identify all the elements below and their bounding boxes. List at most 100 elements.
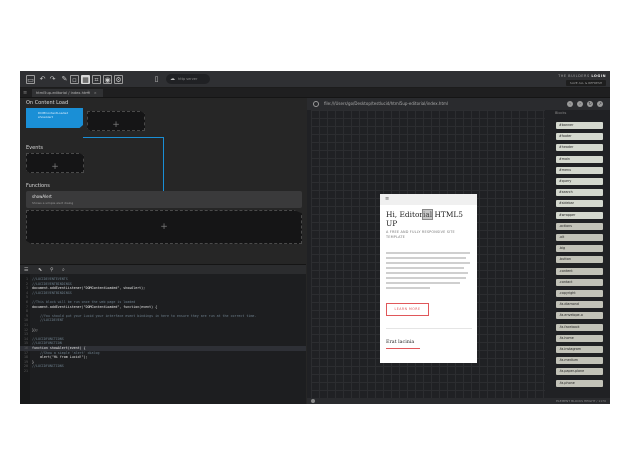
- function-name: showAlert: [32, 194, 52, 199]
- open-external-icon[interactable]: ↗: [597, 101, 603, 107]
- code-editor[interactable]: 1//LUCIDEVENTEVENTS 2//LUCIDEVENTBINDINGS…: [20, 274, 306, 404]
- blocks-list-title: Blocks: [555, 111, 567, 115]
- block-item[interactable]: #search: [556, 189, 603, 197]
- placeholder-text-line: [386, 277, 466, 279]
- placeholder-text-line: [386, 257, 466, 259]
- brand-label: THE BUILDERS LOGIN: [558, 74, 606, 78]
- url-text[interactable]: file:///Users/go/Desktop/testlucid/html5…: [324, 98, 448, 110]
- block-item[interactable]: .fa-diamond: [556, 301, 603, 309]
- functions-title: Functions: [26, 183, 50, 189]
- link-icon[interactable]: ⚲: [50, 266, 54, 274]
- block-item[interactable]: .fa-paper-plane: [556, 368, 603, 376]
- tab-menu-icon[interactable]: ≡: [23, 89, 27, 97]
- chat-icon[interactable]: [311, 399, 315, 403]
- plus-icon: +: [112, 120, 120, 130]
- block-item[interactable]: .fa-phone: [556, 379, 603, 387]
- eye-icon[interactable]: ◉: [103, 75, 112, 84]
- box-icon[interactable]: ▫: [70, 75, 79, 84]
- main-toolbar: ▭ ↶ ↷ ✎ ▫ ▦ ⌗ ◉ ⚙ ▯ ☁ http server THE BU…: [20, 71, 610, 88]
- block-item[interactable]: .fa-instagram: [556, 346, 603, 353]
- placeholder-text-line: [386, 272, 468, 274]
- device-icon[interactable]: ▯: [152, 75, 161, 84]
- function-block-show-alert[interactable]: showAlert Shows a simple alert dialog: [26, 191, 302, 208]
- server-search-field[interactable]: ☁ http server: [166, 74, 210, 84]
- block-item[interactable]: .fa-home: [556, 334, 603, 342]
- page-preview[interactable]: ≡ Hi, Editorial HTML5 UP A FREE AND FULL…: [380, 194, 477, 363]
- preview-title-start: Hi, Editor: [386, 210, 423, 219]
- refresh-icon[interactable]: ↻: [587, 101, 593, 107]
- login-link[interactable]: LOGIN: [591, 74, 606, 78]
- line-number: 21: [24, 369, 28, 373]
- tab-label: html5up-editorial / index.html: [36, 91, 90, 95]
- block-item[interactable]: #query: [556, 178, 603, 185]
- dom-content-loaded-block[interactable]: DOMContentLoaded showAlert: [26, 108, 83, 128]
- learn-more-button[interactable]: LEARN MORE: [386, 303, 429, 316]
- on-content-load-title: On Content Load: [26, 100, 69, 106]
- block-item[interactable]: .actions: [556, 222, 603, 230]
- preview-header: ≡: [380, 194, 477, 205]
- app-window: ▭ ↶ ↷ ✎ ▫ ▦ ⌗ ◉ ⚙ ▯ ☁ http server THE BU…: [20, 71, 610, 404]
- block-item[interactable]: .fa-medium: [556, 357, 603, 365]
- url-bar: file:///Users/go/Desktop/testlucid/html5…: [307, 98, 610, 110]
- blocks-pane: On Content Load DOMContentLoaded showAle…: [20, 98, 306, 264]
- events-title: Events: [26, 145, 43, 151]
- layout-icon[interactable]: ▭: [26, 75, 35, 84]
- cloud-icon: ☁: [170, 76, 175, 82]
- design-canvas[interactable]: ≡ Hi, Editorial HTML5 UP A FREE AND FULL…: [311, 110, 545, 398]
- add-function-block-button[interactable]: +: [26, 210, 302, 244]
- status-bar: ELEMENT BLOCKS HEIGHT / 1170: [307, 398, 610, 404]
- connector-line-vertical: [163, 137, 164, 199]
- preview-subtitle: A FREE AND FULLY RESPONSIVE SITE TEMPLAT…: [386, 230, 455, 239]
- code-icon[interactable]: ⌗: [92, 75, 101, 84]
- block-item[interactable]: .copyright: [556, 290, 603, 297]
- search-icon[interactable]: ⌕: [62, 266, 65, 274]
- heading-underline: [386, 348, 420, 349]
- pen-icon[interactable]: ✎: [60, 75, 69, 84]
- brand-text: THE BUILDERS: [558, 74, 590, 78]
- server-search-text: http server: [178, 77, 198, 81]
- code-toolbar: ☰ ⬉ ⚲ ⌕: [20, 264, 306, 274]
- function-description: Shows a simple alert dialog: [32, 201, 74, 205]
- add-event-block-button[interactable]: +: [26, 153, 84, 173]
- preview-heading: Erat lacinia: [386, 340, 415, 345]
- preview-title[interactable]: Hi, Editorial HTML5 UP: [386, 209, 474, 228]
- block-item[interactable]: .contact: [556, 278, 603, 286]
- block-item[interactable]: .content: [556, 267, 603, 275]
- plus-icon: +: [160, 222, 168, 232]
- undo-icon[interactable]: ↶: [38, 75, 47, 84]
- block-item[interactable]: #header: [556, 144, 603, 152]
- block-item[interactable]: #main: [556, 155, 603, 163]
- add-onload-block-button[interactable]: +: [87, 111, 145, 131]
- selected-text[interactable]: ial: [421, 209, 434, 220]
- add-tab-icon[interactable]: +: [86, 89, 90, 97]
- block-item[interactable]: #wrapper: [556, 211, 603, 219]
- placeholder-text-line: [386, 252, 470, 254]
- placeholder-text-line: [386, 262, 470, 264]
- preview-menu-icon[interactable]: ≡: [385, 196, 389, 202]
- save-all-button[interactable]: SAVE ALL & REFRESH: [566, 80, 606, 86]
- connector-line: [83, 137, 163, 138]
- settings-icon[interactable]: ⚙: [114, 75, 123, 84]
- forward-icon[interactable]: ›: [577, 101, 583, 107]
- list-icon[interactable]: ☰: [24, 266, 28, 274]
- redo-icon[interactable]: ↷: [48, 75, 57, 84]
- block-item[interactable]: #banner: [556, 122, 603, 129]
- close-tab-icon[interactable]: ×: [94, 91, 97, 95]
- block-item[interactable]: .button: [556, 256, 603, 264]
- tab-index-html[interactable]: html5up-editorial / index.html ×: [32, 89, 103, 97]
- block-item[interactable]: .fa-envelope-o: [556, 312, 603, 320]
- block-item[interactable]: .fa-facebook: [556, 323, 603, 331]
- placeholder-text-line: [386, 287, 430, 289]
- block-item[interactable]: .alt: [556, 234, 603, 241]
- block-item[interactable]: #sidebar: [556, 200, 603, 208]
- block-item[interactable]: #menu: [556, 166, 603, 174]
- grid-icon[interactable]: ▦: [81, 75, 90, 84]
- back-icon[interactable]: ‹: [567, 101, 573, 107]
- globe-icon: [313, 101, 319, 107]
- blocks-list: Blocks #banner #footer #header #main #menu #q…: [545, 110, 610, 398]
- block-item[interactable]: #footer: [556, 133, 603, 141]
- code-line[interactable]: 21: [20, 369, 306, 374]
- cursor-icon[interactable]: ⬉: [38, 266, 42, 274]
- plus-icon: +: [51, 162, 59, 172]
- block-item[interactable]: .big: [556, 245, 603, 253]
